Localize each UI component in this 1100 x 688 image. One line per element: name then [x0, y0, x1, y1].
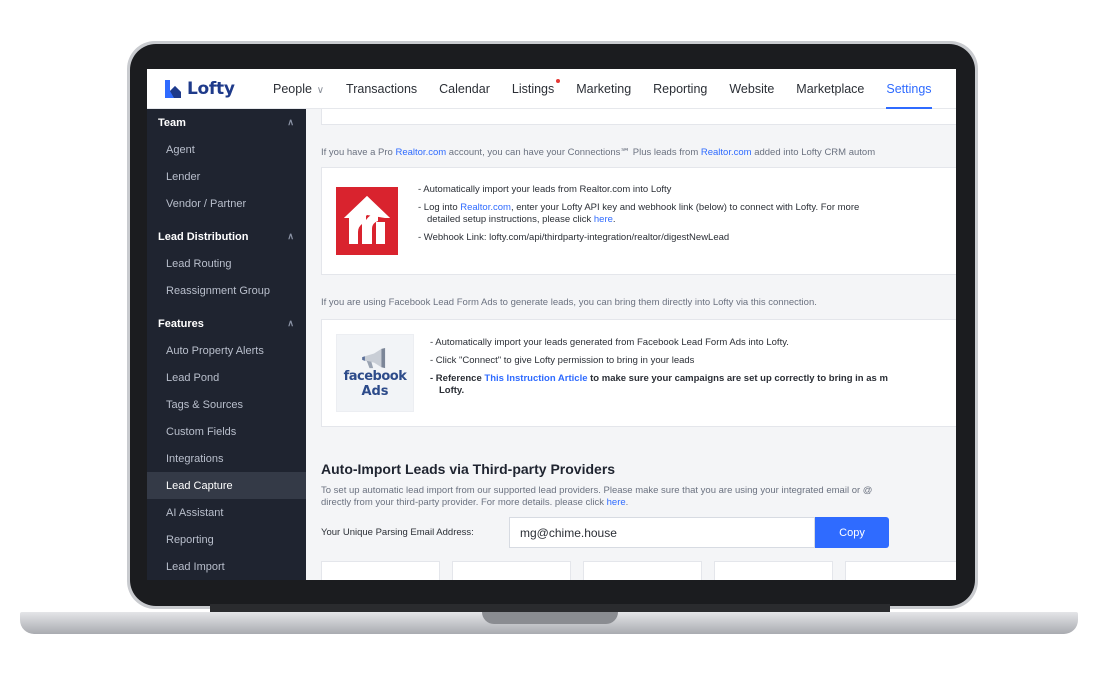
nav-listings[interactable]: Listings	[511, 78, 561, 96]
sidebar-section-team[interactable]: Team ∧	[147, 109, 306, 136]
instruction-text: to make sure your campaigns are set up c…	[587, 373, 888, 384]
instruction-text: detailed setup instructions, please clic…	[427, 214, 594, 225]
ads-wordmark: Ads	[361, 383, 389, 399]
sidebar-section-title: Features	[158, 317, 204, 330]
instruction-text: Lofty.	[439, 385, 465, 396]
webhook-link-item: - Webhook Link: lofty.com/api/thirdparty…	[418, 232, 730, 243]
instruction-text: - Log into	[418, 202, 461, 213]
instruction-item: - Automatically import your leads genera…	[430, 337, 789, 348]
nav-transactions[interactable]: Transactions	[346, 82, 417, 96]
nav-listings-label: Listings	[511, 81, 555, 96]
description-line: To set up automatic lead import from our…	[321, 485, 873, 496]
realtor-intro-text: added into Lofty CRM autom	[751, 147, 876, 158]
facebook-instructions: - Automatically import your leads genera…	[430, 337, 956, 403]
description-text: directly from your third-party provider.…	[321, 497, 607, 508]
description-line: directly from your third-party provider.…	[321, 497, 956, 509]
provider-card[interactable]	[321, 561, 440, 580]
brand-name: Lofty	[187, 78, 235, 99]
realtor-link[interactable]: Realtor.com	[701, 147, 752, 158]
sidebar-item-vendor-partner[interactable]: Vendor / Partner	[147, 190, 306, 217]
app-screen: Lofty People ∨ Transactions Calendar Lis…	[147, 69, 956, 580]
instruction-item: - Log into Realtor.com, enter your Lofty…	[418, 202, 956, 226]
provider-card[interactable]	[452, 561, 571, 580]
provider-card[interactable]	[583, 561, 702, 580]
sidebar-item-lead-pond[interactable]: Lead Pond	[147, 364, 306, 391]
nav-settings[interactable]: Settings	[886, 82, 932, 109]
sidebar-item-agent[interactable]: Agent	[147, 136, 306, 163]
notification-dot	[556, 78, 561, 83]
copy-button[interactable]: Copy	[815, 517, 889, 548]
lofty-logo[interactable]: Lofty	[163, 79, 259, 99]
sidebar-item-lead-routing[interactable]: Lead Routing	[147, 250, 306, 277]
sidebar-item-ai-assistant[interactable]: AI Assistant	[147, 499, 306, 526]
realtor-intro-text: If you have a Pro	[321, 147, 396, 158]
description-text: .	[625, 497, 629, 508]
chevron-up-icon: ∧	[287, 117, 294, 127]
facebook-wordmark: facebook	[343, 368, 407, 384]
sidebar-section-features[interactable]: Features ∧	[147, 310, 306, 337]
laptop-notch	[482, 612, 618, 624]
realtor-instructions: - Automatically import your leads from R…	[418, 184, 956, 250]
provider-card[interactable]	[714, 561, 833, 580]
instruction-text: , enter your Lofty API key and webhook l…	[510, 202, 860, 213]
parsing-email-label: Your Unique Parsing Email Address:	[321, 527, 474, 538]
realtor-logo	[336, 187, 398, 255]
sidebar-item-lead-import[interactable]: Lead Import	[147, 553, 306, 580]
instruction-article-link[interactable]: This Instruction Article	[484, 373, 587, 384]
chevron-down-icon: ∨	[313, 84, 325, 96]
realtor-r-icon	[344, 196, 390, 244]
realtor-intro-text: account, you can have your Connections℠ …	[446, 147, 701, 158]
nav-calendar[interactable]: Calendar	[439, 82, 490, 96]
auto-import-description: To set up automatic lead import from our…	[321, 485, 956, 509]
instruction-text: - Reference	[430, 373, 485, 384]
sidebar-section-title: Lead Distribution	[158, 230, 249, 243]
instruction-item: - Reference This Instruction Article to …	[430, 373, 956, 397]
chevron-up-icon: ∧	[287, 231, 294, 241]
facebook-integration-card: facebook Ads - Automatically import your…	[321, 319, 956, 427]
sidebar-item-integrations[interactable]: Integrations	[147, 445, 306, 472]
realtor-integration-card: - Automatically import your leads from R…	[321, 167, 956, 275]
realtor-link[interactable]: Realtor.com	[395, 147, 446, 158]
chevron-up-icon: ∧	[287, 318, 294, 328]
top-navigation: Lofty People ∨ Transactions Calendar Lis…	[147, 69, 956, 109]
sidebar-item-custom-fields[interactable]: Custom Fields	[147, 418, 306, 445]
sidebar-item-reporting[interactable]: Reporting	[147, 526, 306, 553]
setup-instructions-link[interactable]: here	[594, 214, 613, 225]
instruction-text: .	[612, 214, 616, 225]
sidebar-item-tags-sources[interactable]: Tags & Sources	[147, 391, 306, 418]
nav-people[interactable]: People ∨	[273, 82, 324, 96]
lead-capture-content: If you have a Pro Realtor.com account, y…	[306, 109, 956, 580]
facebook-intro: If you are using Facebook Lead Form Ads …	[321, 297, 817, 308]
auto-import-title: Auto-Import Leads via Third-party Provid…	[321, 461, 616, 477]
provider-card[interactable]	[845, 561, 956, 580]
sidebar-item-lender[interactable]: Lender	[147, 163, 306, 190]
sidebar-section-lead-distribution[interactable]: Lead Distribution ∧	[147, 223, 306, 250]
lofty-logo-icon	[165, 79, 181, 98]
realtor-intro: If you have a Pro Realtor.com account, y…	[321, 147, 875, 158]
sidebar-item-lead-capture[interactable]: Lead Capture	[147, 472, 306, 499]
sidebar-section-title: Team	[158, 116, 186, 129]
nav-website[interactable]: Website	[729, 82, 774, 96]
settings-sidebar: Team ∧ Agent Lender Vendor / Partner Lead…	[147, 109, 306, 580]
sidebar-item-reassignment-group[interactable]: Reassignment Group	[147, 277, 306, 304]
instruction-item: - Automatically import your leads from R…	[418, 184, 672, 195]
realtor-login-link[interactable]: Realtor.com	[460, 202, 511, 213]
sidebar-item-auto-property-alerts[interactable]: Auto Property Alerts	[147, 337, 306, 364]
details-link[interactable]: here	[607, 497, 626, 508]
nav-people-label: People	[273, 81, 312, 96]
nav-marketplace[interactable]: Marketplace	[796, 82, 864, 96]
nav-reporting[interactable]: Reporting	[653, 82, 707, 96]
previous-card	[321, 109, 956, 125]
nav-marketing[interactable]: Marketing	[576, 82, 631, 96]
instruction-item: - Click "Connect" to give Lofty permissi…	[430, 355, 695, 366]
megaphone-icon	[362, 347, 386, 368]
facebook-ads-logo: facebook Ads	[336, 334, 414, 412]
parsing-email-field[interactable]	[509, 517, 815, 548]
